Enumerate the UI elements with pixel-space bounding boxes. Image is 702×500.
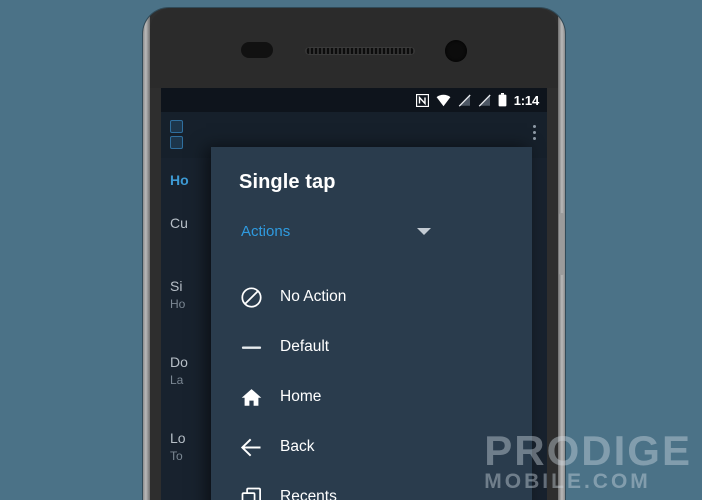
dot-icon — [533, 125, 536, 128]
bg-list-item[interactable]: Si Ho — [170, 278, 185, 311]
bg-item-title: Cu — [170, 215, 188, 231]
bg-item-title: Ho — [170, 172, 189, 188]
overflow-menu-button[interactable] — [533, 125, 536, 140]
phone-screen: 1:14 Ho Cu Si Ho Do La Lo To Single tap … — [161, 88, 547, 500]
bg-list-item[interactable]: Do La — [170, 354, 188, 387]
power-button[interactable] — [559, 213, 564, 275]
battery-icon — [498, 93, 507, 107]
signal-off-icon — [458, 94, 471, 107]
app-square-icon-b[interactable] — [170, 136, 183, 149]
single-tap-dialog: Single tap Actions No Action Default Hom… — [211, 147, 532, 500]
signal-off-icon-2 — [478, 94, 491, 107]
bg-item-subtitle: Ho — [170, 297, 186, 311]
menu-item-back[interactable]: Back — [211, 422, 532, 472]
bg-item-subtitle: To — [170, 449, 183, 463]
menu-item-label: Default — [280, 338, 330, 355]
proximity-sensor-icon — [241, 42, 273, 58]
dot-icon — [533, 131, 536, 134]
dash-icon — [239, 335, 263, 359]
dot-icon — [533, 137, 536, 140]
bg-item-title: Do — [170, 354, 188, 370]
dialog-title: Single tap — [239, 171, 336, 193]
background-app: Ho Cu Si Ho Do La Lo To Single tap Actio… — [161, 112, 547, 500]
bg-item-title: Lo — [170, 430, 186, 446]
wifi-icon — [436, 94, 451, 106]
home-icon — [239, 385, 263, 409]
menu-item-recents[interactable]: Recents — [211, 472, 532, 500]
actions-spinner[interactable]: Actions — [241, 223, 431, 240]
phone-right-rail — [558, 8, 565, 500]
front-camera-icon — [445, 40, 467, 62]
chevron-down-icon — [417, 228, 431, 235]
phone-left-rail — [143, 8, 150, 500]
menu-item-home[interactable]: Home — [211, 372, 532, 422]
bg-item-title: Si — [170, 278, 183, 294]
menu-item-default[interactable]: Default — [211, 322, 532, 372]
nfc-icon — [415, 93, 429, 107]
bg-item-subtitle: La — [170, 373, 184, 387]
actions-list: No Action Default Home Back Recents — [211, 272, 532, 500]
actions-spinner-value: Actions — [241, 223, 291, 240]
menu-item-no-action[interactable]: No Action — [211, 272, 532, 322]
phone-top-bezel — [150, 8, 558, 88]
bg-list-item[interactable]: Lo To — [170, 430, 186, 463]
bg-list-item[interactable]: Cu — [170, 215, 188, 231]
arrow-left-icon — [239, 435, 263, 459]
phone-device: 1:14 Ho Cu Si Ho Do La Lo To Single tap … — [143, 8, 565, 500]
bg-list-item[interactable]: Ho — [170, 172, 189, 188]
status-bar-clock: 1:14 — [513, 92, 539, 108]
menu-item-label: Back — [280, 438, 315, 455]
recents-icon — [239, 485, 263, 500]
menu-item-label: Recents — [280, 488, 337, 500]
app-square-icon-a[interactable] — [170, 120, 183, 133]
no-action-icon — [239, 285, 263, 309]
menu-item-label: No Action — [280, 288, 347, 305]
menu-item-label: Home — [280, 388, 322, 405]
earpiece-speaker-icon — [305, 47, 415, 55]
status-bar: 1:14 — [161, 88, 547, 112]
